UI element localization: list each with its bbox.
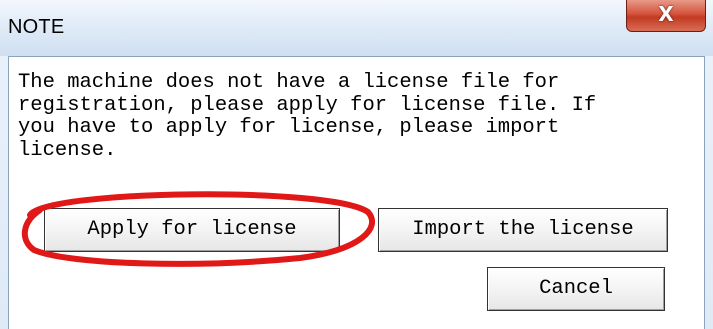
message-text: The machine does not have a license file… — [18, 71, 597, 162]
cancel-button[interactable]: Cancel — [487, 267, 665, 311]
apply-for-license-button[interactable]: Apply for license — [44, 208, 340, 252]
import-license-button[interactable]: Import the license — [378, 208, 668, 252]
note-dialog: NOTE X The machine does not have a licen… — [0, 0, 713, 329]
title-bar: NOTE X — [0, 0, 713, 56]
close-button[interactable]: X — [626, 0, 706, 32]
close-icon: X — [658, 2, 674, 26]
dialog-title: NOTE — [8, 16, 65, 38]
